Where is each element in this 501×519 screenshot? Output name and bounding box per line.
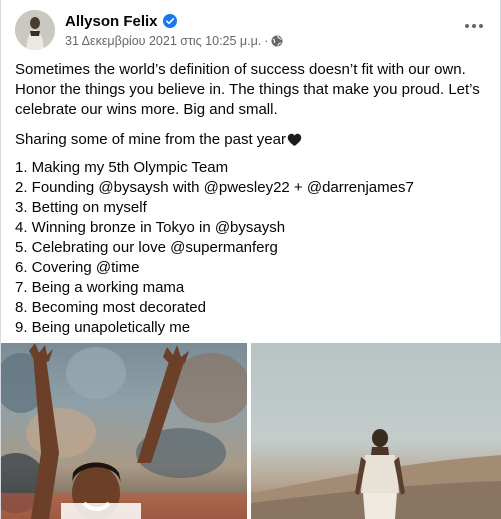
list-item: 6. Covering @time <box>15 259 140 276</box>
list-item: 9. Being unapoletically me <box>15 319 191 336</box>
list-item: 3. Betting on myself <box>15 199 147 216</box>
post-header: Allyson Felix 31 Δεκεμβρίου 2021 στις 10… <box>15 10 490 52</box>
post-intro: Sometimes the world’s definition of succ… <box>15 61 480 118</box>
list-item: 8. Becoming most decorated <box>15 299 206 316</box>
list-item: 7. Being a working mama <box>15 279 185 296</box>
post-photos <box>1 343 501 519</box>
avatar[interactable] <box>15 10 55 50</box>
globe-icon[interactable] <box>271 35 283 47</box>
sharing-line: Sharing some of mine from the past year <box>15 130 489 150</box>
black-heart-icon <box>287 133 302 147</box>
post-timestamp[interactable]: 31 Δεκεμβρίου 2021 στις 10:25 μ.μ. <box>65 34 261 48</box>
author-name[interactable]: Allyson Felix <box>65 13 158 30</box>
avatar-photo <box>15 10 55 50</box>
list-item: 4. Winning bronze in Tokyo in @bysaysh <box>15 219 286 236</box>
facebook-post: Allyson Felix 31 Δεκεμβρίου 2021 στις 10… <box>0 0 501 519</box>
post-meta: 31 Δεκεμβρίου 2021 στις 10:25 μ.μ. · <box>65 34 283 48</box>
more-options-icon[interactable] <box>460 16 488 36</box>
verified-badge-icon <box>162 14 177 28</box>
list-item: 1. Making my 5th Olympic Team <box>15 159 229 176</box>
post-text: Sometimes the world’s definition of succ… <box>15 60 489 338</box>
author-line: Allyson Felix <box>65 11 177 31</box>
list-item: 5. Celebrating our love @supermanferg <box>15 239 278 256</box>
sharing-text: Sharing some of mine from the past year <box>15 131 286 148</box>
photo-celebration[interactable] <box>1 343 247 519</box>
list-item: 2. Founding @bysaysh with @pwesley22 + @… <box>15 179 414 196</box>
achievements-list: 1. Making my 5th Olympic Team 2. Foundin… <box>15 158 489 338</box>
meta-separator: · <box>264 34 269 48</box>
photo-portrait[interactable] <box>251 343 501 519</box>
